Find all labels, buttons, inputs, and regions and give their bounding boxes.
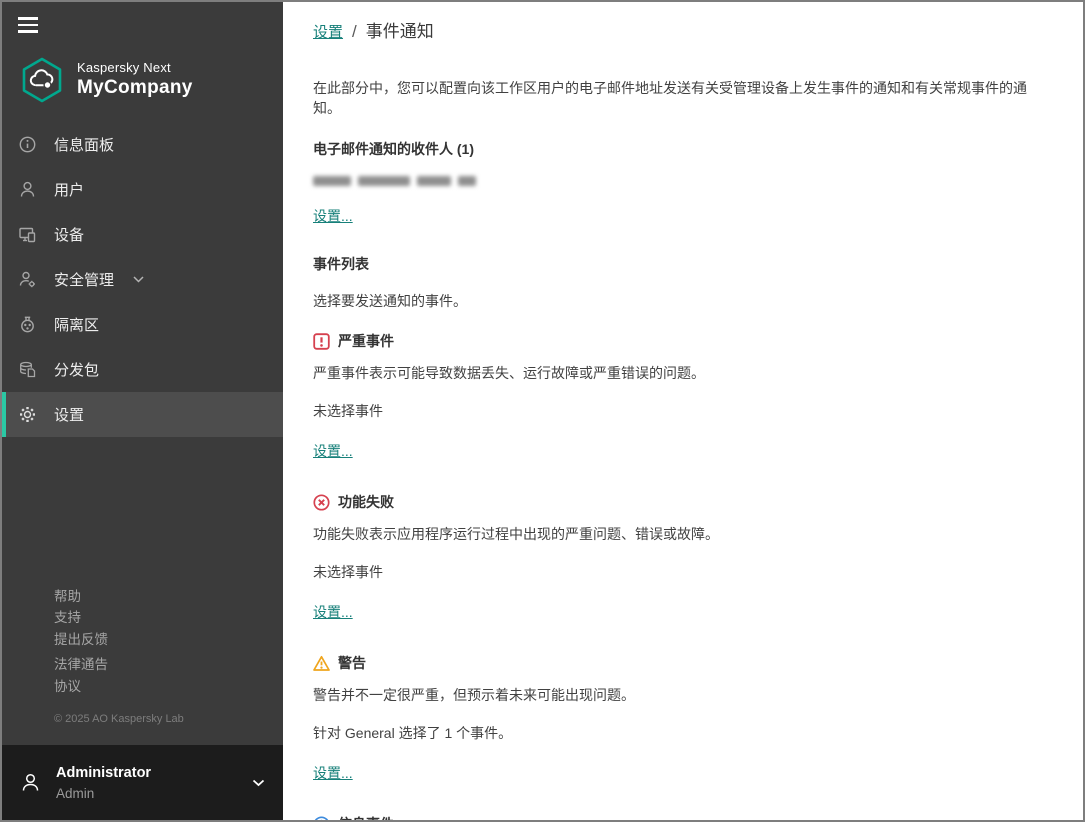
distribution-packages-icon: [18, 360, 37, 379]
sidebar-item-label: 隔离区: [54, 314, 99, 335]
sidebar-item-label: 设置: [54, 404, 84, 425]
user-role: Admin: [56, 786, 151, 801]
sidebar-item-settings[interactable]: 设置: [2, 392, 283, 437]
failure-settings-link[interactable]: 设置...: [313, 602, 353, 622]
section-title: 功能失败: [338, 492, 394, 512]
sidebar-item-label: 设备: [54, 224, 84, 245]
help-link[interactable]: 帮助: [54, 586, 283, 608]
events-list-subtitle: 选择要发送通知的事件。: [313, 291, 1053, 311]
warning-settings-link[interactable]: 设置...: [313, 763, 353, 783]
sidebar: Kaspersky Next MyCompany 信息面板 用户: [2, 2, 283, 820]
redacted-email: [313, 176, 1053, 187]
support-link[interactable]: 支持: [54, 607, 283, 629]
sidebar-item-distribution-packages[interactable]: 分发包: [2, 347, 283, 392]
agreements-link[interactable]: 协议: [54, 676, 283, 698]
quarantine-icon: [18, 315, 37, 334]
brand-product-name: Kaspersky Next: [77, 60, 193, 75]
section-status: 针对 General 选择了 1 个事件。: [313, 723, 1053, 743]
section-description: 警告并不一定很严重，但预示着未来可能出现问题。: [313, 685, 1053, 705]
critical-events-section: 严重事件 严重事件表示可能导致数据丢失、运行故障或严重错误的问题。 未选择事件 …: [313, 331, 1053, 492]
page-title: 事件通知: [366, 17, 434, 42]
sidebar-item-devices[interactable]: 设备: [2, 212, 283, 257]
critical-settings-link[interactable]: 设置...: [313, 441, 353, 461]
brand-workspace-name: MyCompany: [77, 77, 193, 99]
section-description: 功能失败表示应用程序运行过程中出现的严重问题、错误或故障。: [313, 524, 1053, 544]
kaspersky-hexagon-logo-icon: [18, 56, 66, 104]
main-content: 设置 / 事件通知 在此部分中，您可以配置向该工作区用户的电子邮件地址发送有关受…: [283, 2, 1083, 820]
sidebar-item-label: 信息面板: [54, 134, 114, 155]
sidebar-item-dashboard[interactable]: 信息面板: [2, 122, 283, 167]
info-events-section: 信息事件 信息事件用于告知用户某个操作或程序已成功完成，或应用程序运行正常。 未…: [313, 814, 1053, 820]
breadcrumb-settings-link[interactable]: 设置: [313, 21, 343, 42]
recipients-title: 电子邮件通知的收件人 (1): [313, 139, 1053, 159]
devices-icon: [18, 225, 37, 244]
section-title: 警告: [338, 653, 366, 673]
breadcrumb-separator: /: [352, 22, 357, 42]
section-description: 严重事件表示可能导致数据丢失、运行故障或严重错误的问题。: [313, 363, 1053, 383]
section-title: 严重事件: [338, 331, 394, 351]
legal-notices-link[interactable]: 法律通告: [54, 654, 283, 676]
sidebar-item-users[interactable]: 用户: [2, 167, 283, 212]
dashboard-icon: [18, 135, 37, 154]
chevron-down-icon: [252, 779, 265, 787]
functional-failure-icon: [313, 494, 330, 511]
warning-section: 警告 警告并不一定很严重，但预示着未来可能出现问题。 针对 General 选择…: [313, 653, 1053, 814]
user-name: Administrator: [56, 765, 151, 781]
critical-event-icon: [313, 333, 330, 350]
brand-logo: Kaspersky Next MyCompany: [18, 56, 283, 104]
sidebar-item-label: 安全管理: [54, 269, 114, 290]
info-event-icon: [313, 816, 330, 821]
section-status: 未选择事件: [313, 562, 1053, 582]
settings-gear-icon: [18, 405, 37, 424]
recipients-settings-link[interactable]: 设置...: [313, 206, 353, 226]
intro-text: 在此部分中，您可以配置向该工作区用户的电子邮件地址发送有关受管理设备上发生事件的…: [313, 78, 1053, 118]
sidebar-item-security-management[interactable]: 安全管理: [2, 257, 283, 302]
chevron-down-icon: [133, 276, 144, 283]
feedback-link[interactable]: 提出反馈: [54, 629, 283, 651]
hamburger-menu-icon[interactable]: [18, 17, 40, 37]
copyright-text: © 2025 AO Kaspersky Lab: [2, 713, 283, 725]
functional-failure-section: 功能失败 功能失败表示应用程序运行过程中出现的严重问题、错误或故障。 未选择事件…: [313, 492, 1053, 653]
breadcrumb: 设置 / 事件通知: [313, 17, 1053, 42]
warning-icon: [313, 655, 330, 672]
sidebar-item-label: 用户: [54, 179, 84, 200]
sidebar-footer-links: 帮助 支持 提出反馈 法律通告 协议: [2, 586, 283, 698]
events-list-title: 事件列表: [313, 254, 1053, 274]
sidebar-item-label: 分发包: [54, 359, 99, 380]
user-account-menu[interactable]: Administrator Admin: [2, 745, 283, 820]
section-title: 信息事件: [338, 814, 394, 820]
section-status: 未选择事件: [313, 401, 1053, 421]
user-icon: [20, 772, 41, 793]
app-window: Kaspersky Next MyCompany 信息面板 用户: [0, 0, 1085, 822]
security-management-icon: [18, 270, 37, 289]
sidebar-nav: 信息面板 用户 设备: [2, 122, 283, 437]
users-icon: [18, 180, 37, 199]
sidebar-item-quarantine[interactable]: 隔离区: [2, 302, 283, 347]
